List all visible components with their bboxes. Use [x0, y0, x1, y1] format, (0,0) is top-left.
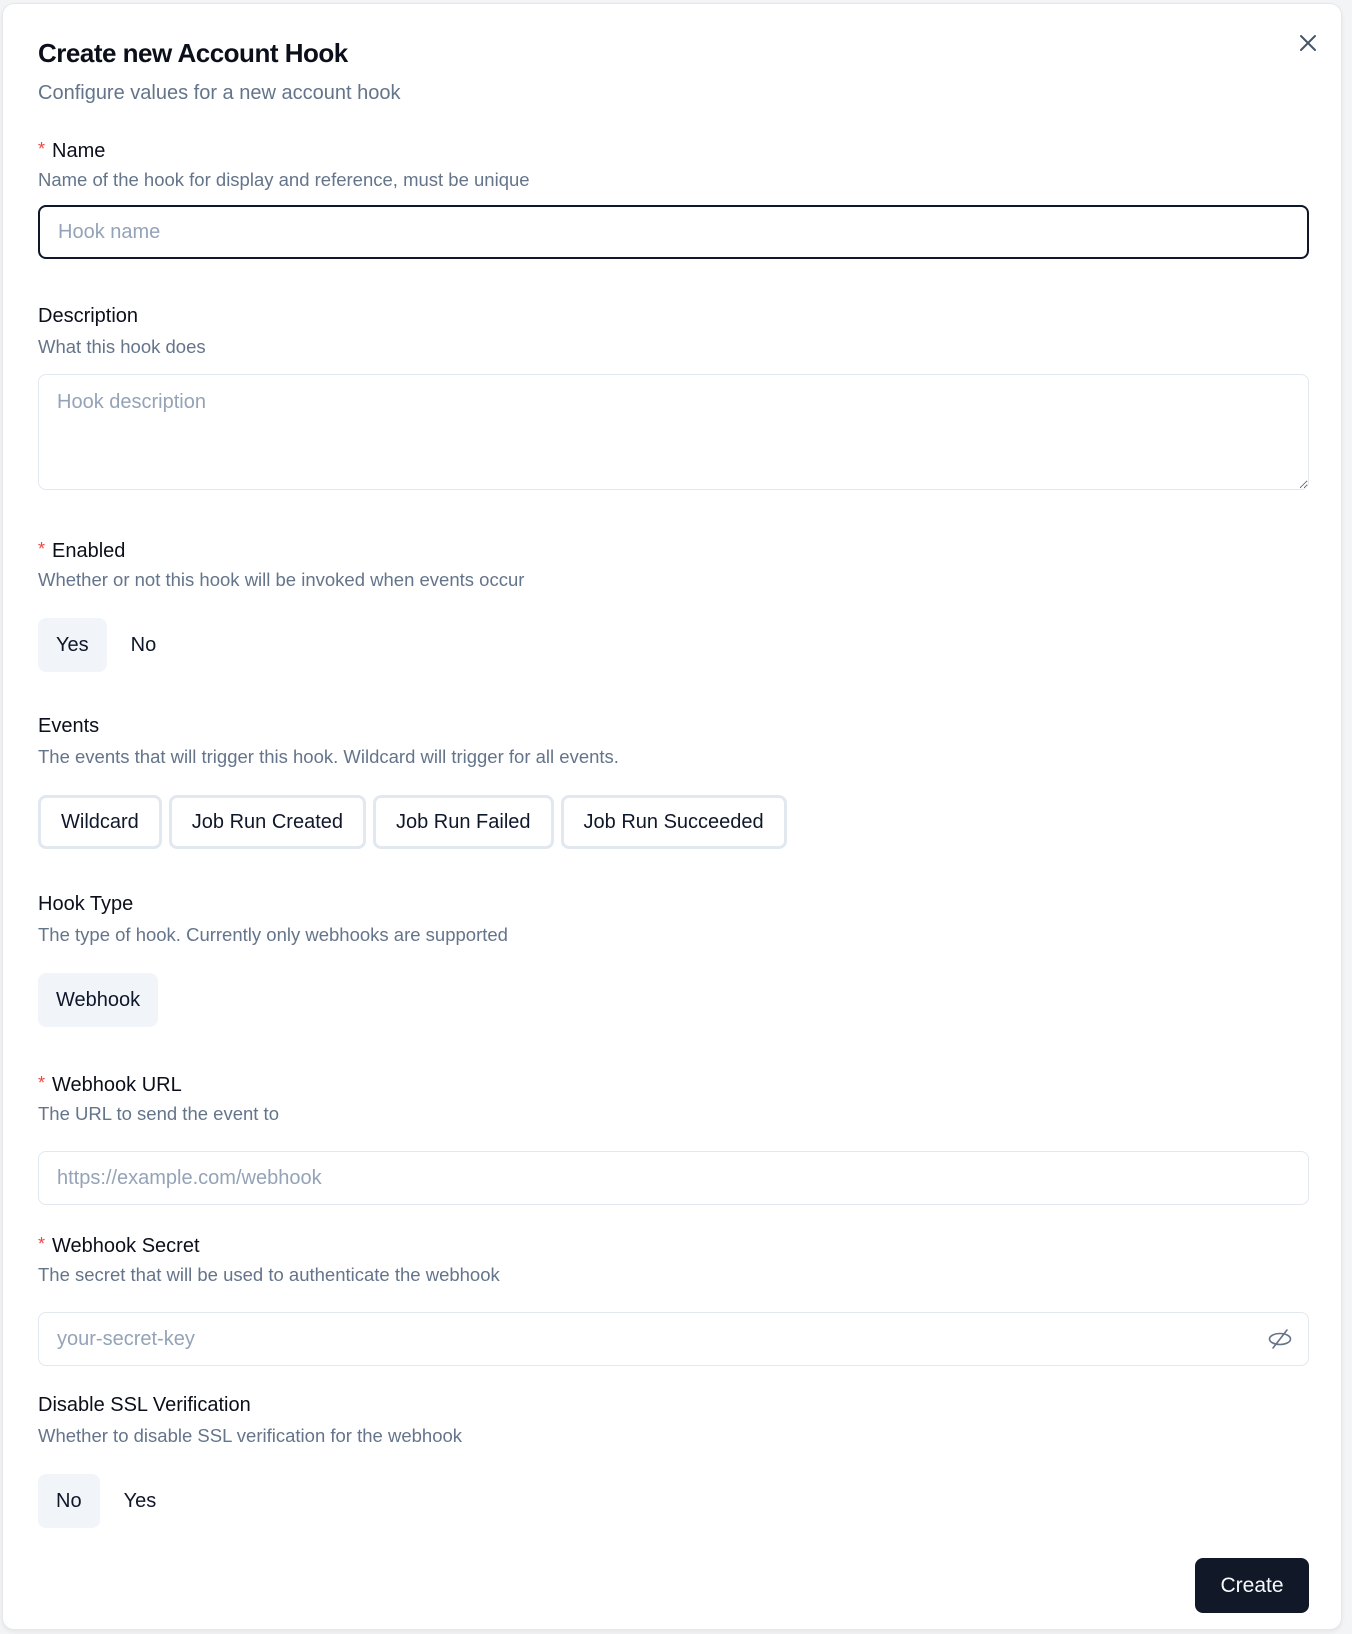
description-help: What this hook does	[38, 336, 206, 357]
hook-type-toggle-group: Webhook	[38, 973, 1309, 1027]
required-asterisk: *	[38, 139, 46, 159]
event-option-job-run-failed[interactable]: Job Run Failed	[373, 795, 554, 849]
dialog-title: Create new Account Hook	[38, 38, 348, 68]
events-field: Events The events that will trigger this…	[38, 712, 1309, 849]
enabled-yes-option[interactable]: Yes	[38, 618, 107, 672]
name-help: Name of the hook for display and referen…	[38, 169, 530, 190]
description-textarea[interactable]	[38, 374, 1309, 490]
disable-ssl-field: Disable SSL Verification Whether to disa…	[38, 1391, 1309, 1528]
webhook-url-label: Webhook URL	[52, 1074, 182, 1096]
required-asterisk: *	[38, 1234, 46, 1254]
hook-type-help: The type of hook. Currently only webhook…	[38, 924, 508, 945]
event-option-job-run-succeeded[interactable]: Job Run Succeeded	[560, 795, 787, 849]
required-asterisk: *	[38, 539, 46, 559]
hook-type-field: Hook Type The type of hook. Currently on…	[38, 890, 1309, 1027]
name-label: Name	[52, 140, 106, 162]
description-label: Description	[38, 305, 139, 327]
required-asterisk: *	[38, 1073, 46, 1093]
disable-ssl-label: Disable SSL Verification	[38, 1394, 251, 1416]
enabled-help: Whether or not this hook will be invoked…	[38, 569, 525, 590]
toggle-secret-visibility-button[interactable]	[1267, 1327, 1293, 1351]
webhook-url-input[interactable]	[38, 1151, 1309, 1205]
disable-ssl-help: Whether to disable SSL verification for …	[38, 1425, 463, 1446]
disable-ssl-no-option[interactable]: No	[38, 1474, 100, 1528]
webhook-secret-help: The secret that will be used to authenti…	[38, 1264, 500, 1285]
event-option-wildcard[interactable]: Wildcard	[38, 795, 162, 849]
enabled-label: Enabled	[52, 540, 126, 562]
webhook-secret-label: Webhook Secret	[52, 1235, 200, 1257]
close-icon	[1300, 35, 1316, 51]
event-option-job-run-created[interactable]: Job Run Created	[168, 795, 366, 849]
create-account-hook-dialog: Create new Account Hook Configure values…	[2, 3, 1342, 1630]
name-input[interactable]	[38, 205, 1309, 259]
events-help: The events that will trigger this hook. …	[38, 746, 619, 767]
disable-ssl-toggle-group: No Yes	[38, 1474, 1309, 1528]
hook-type-webhook-option[interactable]: Webhook	[38, 973, 159, 1027]
webhook-url-help: The URL to send the event to	[38, 1103, 279, 1124]
webhook-secret-input[interactable]	[38, 1312, 1309, 1366]
name-field: * Name Name of the hook for display and r…	[38, 135, 1309, 259]
events-toggle-group: Wildcard Job Run Created Job Run Failed …	[38, 795, 1309, 849]
hook-type-label: Hook Type	[38, 893, 134, 915]
create-button[interactable]: Create	[1195, 1558, 1309, 1613]
close-button[interactable]	[1296, 31, 1320, 55]
enabled-field: * Enabled Whether or not this hook will b…	[38, 535, 1309, 672]
description-field: Description What this hook does	[38, 302, 1309, 490]
eye-off-icon	[1268, 1329, 1292, 1349]
webhook-secret-field: * Webhook Secret The secret that will be …	[38, 1230, 1309, 1366]
dialog-subtitle: Configure values for a new account hook	[38, 82, 401, 104]
disable-ssl-yes-option[interactable]: Yes	[106, 1474, 175, 1528]
enabled-no-option[interactable]: No	[113, 618, 175, 672]
webhook-url-field: * Webhook URL The URL to send the event t…	[38, 1069, 1309, 1205]
webhook-secret-wrapper	[38, 1312, 1309, 1366]
enabled-toggle-group: Yes No	[38, 618, 1309, 672]
events-label: Events	[38, 715, 100, 737]
